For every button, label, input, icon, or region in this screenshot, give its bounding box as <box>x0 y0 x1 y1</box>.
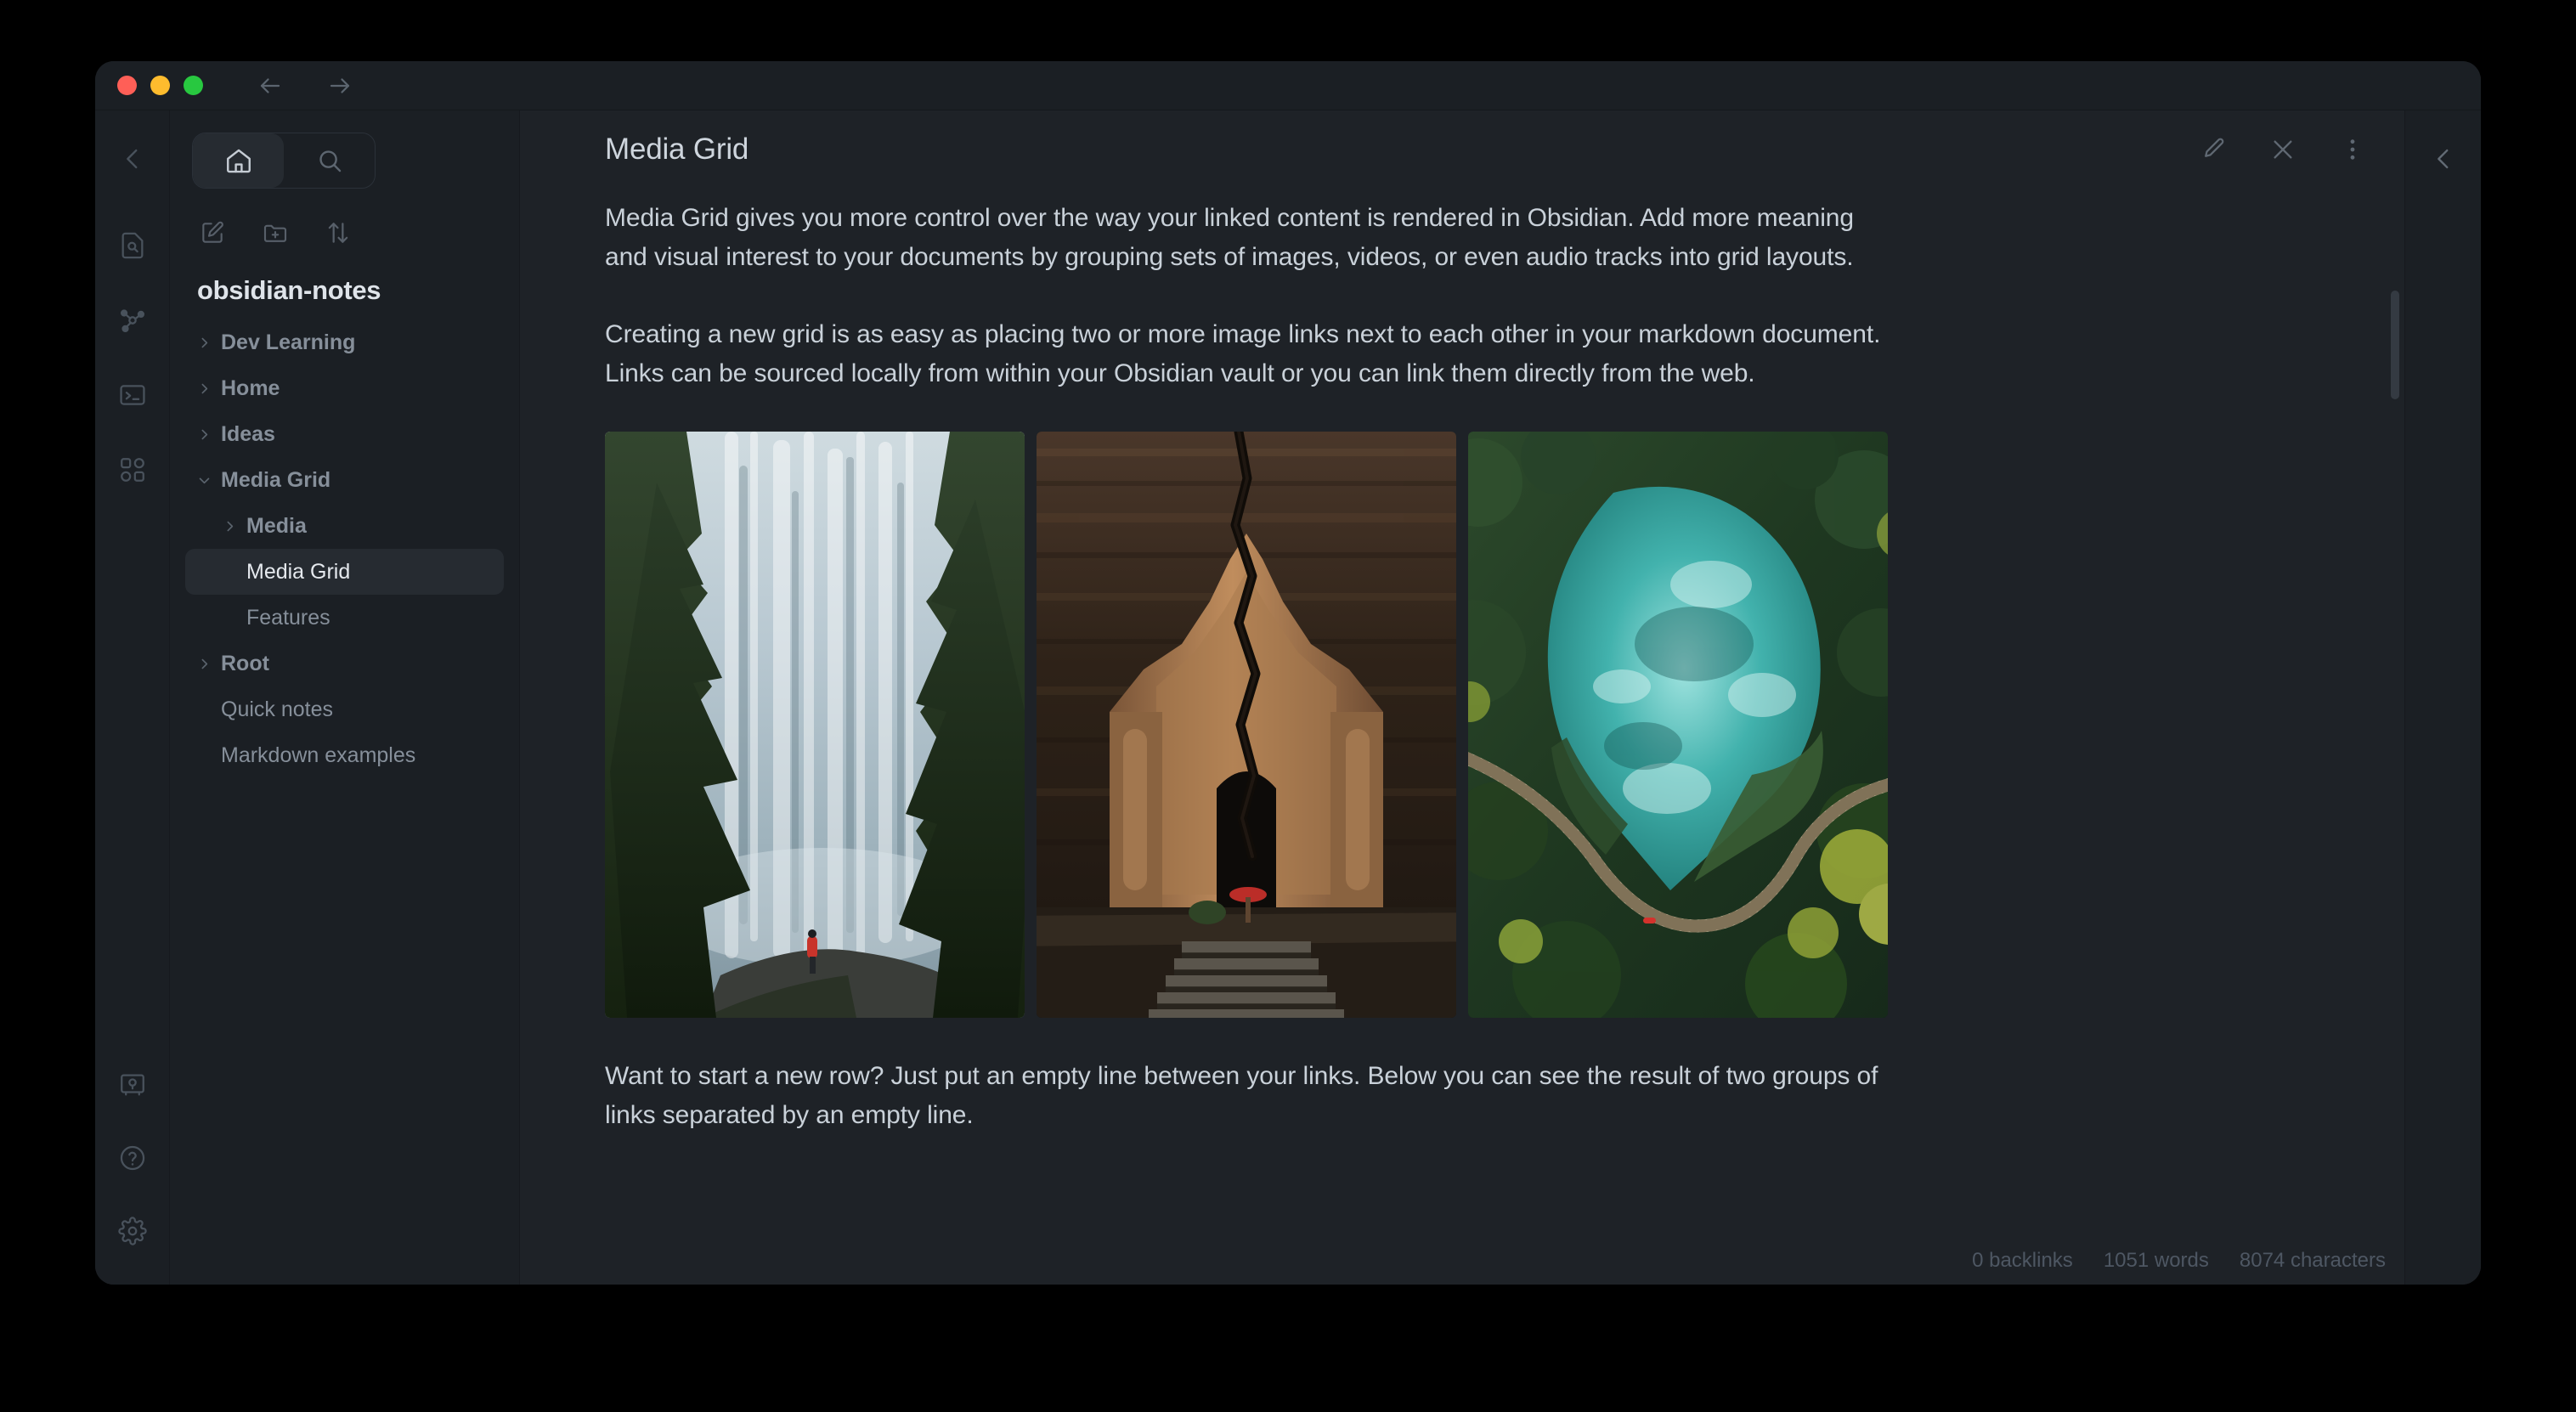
vault-icon[interactable] <box>113 1065 152 1104</box>
tree-item-label: Media <box>246 513 307 538</box>
tree-folder[interactable]: Media <box>185 503 504 549</box>
tree-folder[interactable]: Root <box>185 641 504 686</box>
edit-pencil-icon[interactable] <box>2197 133 2229 166</box>
tree-item-label: Media Grid <box>246 559 351 584</box>
document-scroll-area: Media Grid gives you more control over t… <box>520 189 2404 1285</box>
explorer-search-tab[interactable] <box>284 133 375 188</box>
window-body: obsidian-notes Dev Learning Home Ideas Medi… <box>95 110 2481 1285</box>
word-count: 1051 words <box>2103 1249 2209 1272</box>
chevron-down-icon[interactable] <box>197 473 221 488</box>
backlinks-count: 0 backlinks <box>1972 1249 2073 1272</box>
close-window-button[interactable] <box>117 76 137 95</box>
paragraph-create-grid: Creating a new grid is as easy as placin… <box>605 320 1881 387</box>
apps-grid-icon[interactable] <box>113 450 152 489</box>
chevron-right-icon[interactable] <box>197 427 221 442</box>
tree-item-label: Quick notes <box>221 697 334 721</box>
aerial-lake-boardwalk-photo[interactable] <box>1468 432 1888 1019</box>
character-count: 8074 characters <box>2239 1249 2386 1272</box>
collapse-right-sidebar-icon[interactable] <box>2424 139 2463 178</box>
right-sidebar-rail <box>2404 110 2481 1285</box>
tree-file[interactable]: Media Grid <box>185 549 504 595</box>
more-options-icon[interactable] <box>2336 133 2369 166</box>
tree-item-label: Home <box>221 376 280 400</box>
desktop-background: obsidian-notes Dev Learning Home Ideas Medi… <box>0 0 2576 1412</box>
editor-header: Media Grid <box>520 110 2404 189</box>
settings-icon[interactable] <box>113 1211 152 1251</box>
graph-icon[interactable] <box>113 301 152 340</box>
tree-item-label: Root <box>221 651 269 675</box>
explorer-toolbar <box>170 189 519 248</box>
explorer-mode-toggle <box>192 133 376 189</box>
page-title: Media Grid <box>605 133 749 166</box>
navigation-arrows <box>256 71 354 100</box>
traffic-lights <box>117 76 203 95</box>
waterfall-forest-photo[interactable] <box>605 432 1025 1019</box>
file-search-icon[interactable] <box>113 226 152 265</box>
close-icon[interactable] <box>2267 133 2299 166</box>
left-icon-rail <box>95 110 170 1285</box>
tree-item-label: Markdown examples <box>221 743 416 767</box>
obsidian-window: obsidian-notes Dev Learning Home Ideas Medi… <box>95 61 2481 1285</box>
chevron-right-icon[interactable] <box>197 336 221 350</box>
tree-folder[interactable]: Home <box>185 365 504 411</box>
new-folder-icon[interactable] <box>260 217 291 248</box>
tree-file[interactable]: Markdown examples <box>185 732 504 778</box>
cracked-temple-photo[interactable] <box>1037 432 1456 1019</box>
vault-title: obsidian-notes <box>197 275 381 305</box>
titlebar <box>95 61 2481 110</box>
tree-file[interactable]: Features <box>185 595 504 641</box>
sort-icon[interactable] <box>323 217 353 248</box>
document-content: Media Grid gives you more control over t… <box>520 189 1981 1135</box>
tree-folder[interactable]: Media Grid <box>185 457 504 503</box>
minimize-window-button[interactable] <box>150 76 170 95</box>
paragraph-intro: Media Grid gives you more control over t… <box>605 204 1854 271</box>
editor-pane: Media Grid Media Grid gives you more con… <box>520 110 2404 1285</box>
tree-item-label: Dev Learning <box>221 330 356 354</box>
scrollbar-thumb[interactable] <box>2391 291 2399 399</box>
tree-item-label: Media Grid <box>221 467 331 492</box>
tree-file[interactable]: Quick notes <box>185 686 504 732</box>
paragraph-new-row: Want to start a new row? Just put an emp… <box>605 1062 1878 1129</box>
document-scrollbar[interactable] <box>2391 268 2399 1285</box>
status-bar: 0 backlinks 1051 words 8074 characters <box>1972 1249 2386 1273</box>
back-arrow-icon[interactable] <box>256 71 285 100</box>
tree-item-label: Ideas <box>221 421 275 446</box>
editor-header-actions <box>2197 133 2404 166</box>
collapse-sidebar-icon[interactable] <box>113 139 152 178</box>
file-tree: Dev Learning Home Ideas Media Grid Media Medi… <box>170 313 519 778</box>
tree-folder[interactable]: Ideas <box>185 411 504 457</box>
terminal-icon[interactable] <box>113 376 152 415</box>
tree-folder[interactable]: Dev Learning <box>185 319 504 365</box>
chevron-right-icon[interactable] <box>223 519 246 534</box>
chevron-right-icon[interactable] <box>197 657 221 671</box>
maximize-window-button[interactable] <box>184 76 203 95</box>
new-note-icon[interactable] <box>197 217 228 248</box>
forward-arrow-icon[interactable] <box>325 71 354 100</box>
file-explorer-sidebar: obsidian-notes Dev Learning Home Ideas Medi… <box>170 110 520 1285</box>
explorer-home-tab[interactable] <box>193 133 284 188</box>
media-grid-row <box>605 432 1888 1019</box>
help-icon[interactable] <box>113 1138 152 1178</box>
tree-item-label: Features <box>246 605 330 630</box>
chevron-right-icon[interactable] <box>197 381 221 396</box>
